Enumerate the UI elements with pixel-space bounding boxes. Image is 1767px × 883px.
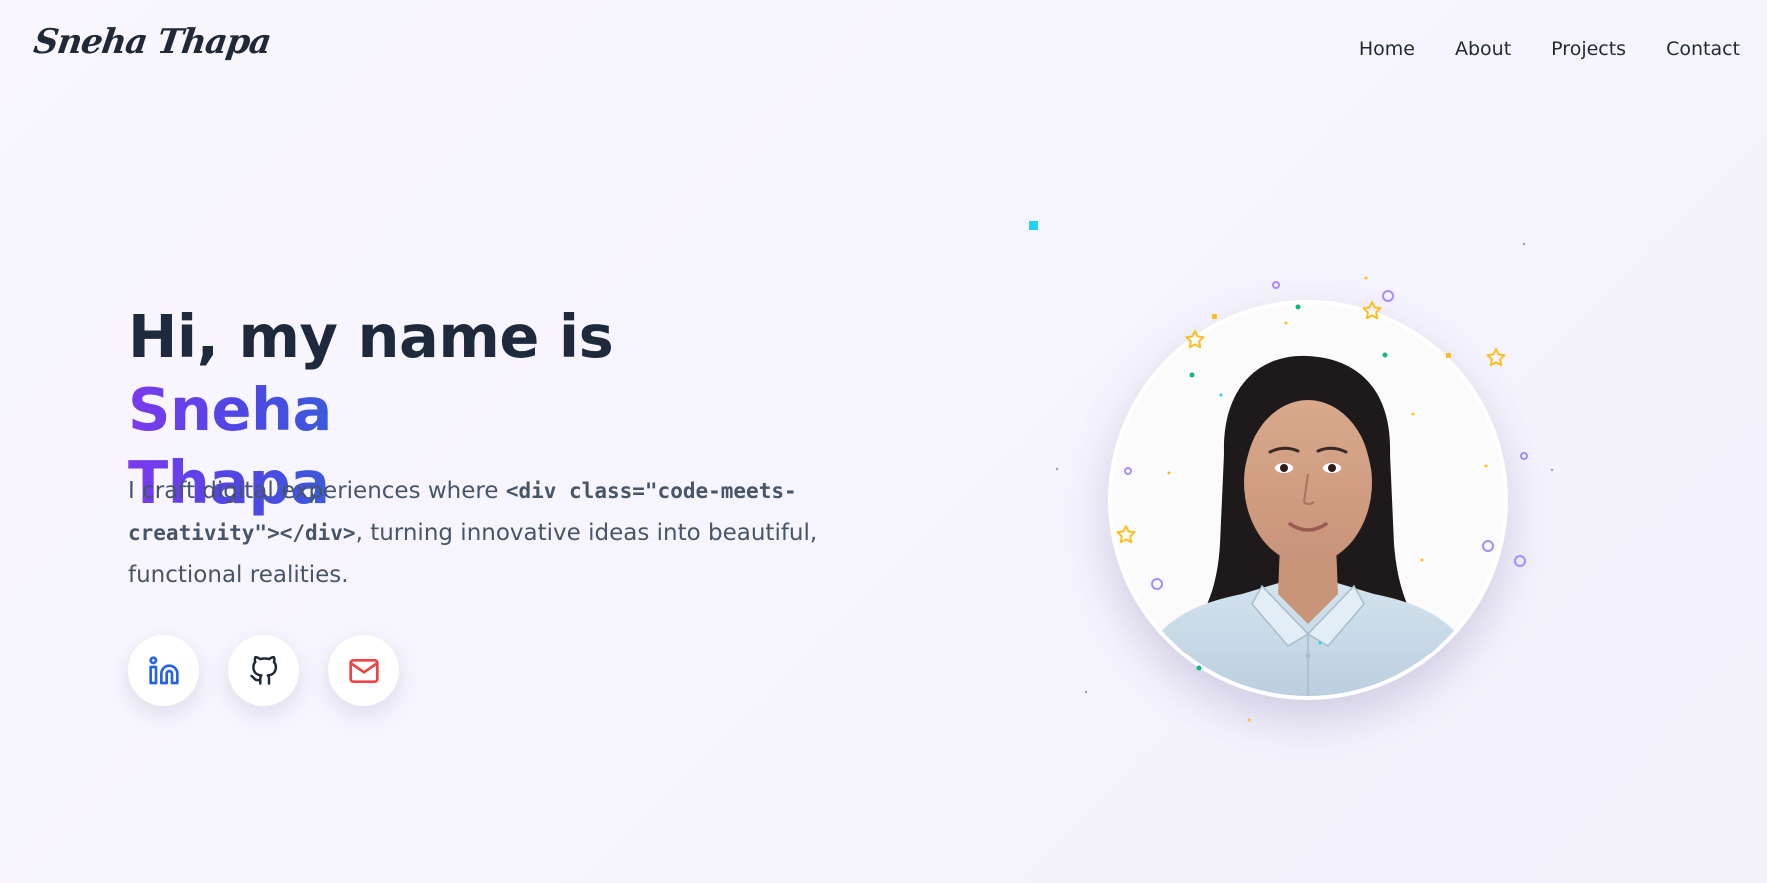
- ring-dot: [1272, 281, 1280, 289]
- github-icon: [249, 655, 277, 685]
- confetti-dot: [1364, 276, 1368, 280]
- confetti-square: [1212, 314, 1217, 319]
- profile-portrait-illustration: [1112, 304, 1504, 696]
- hero-description: I craft digital experiences where <div c…: [128, 470, 818, 596]
- confetti-dot: [1522, 242, 1526, 246]
- confetti-dot: [1550, 468, 1554, 472]
- social-links: [128, 635, 428, 706]
- flower-icon: [1382, 290, 1394, 302]
- linkedin-icon: [148, 655, 179, 684]
- linkedin-button[interactable]: [128, 635, 199, 706]
- profile-photo-frame: [1108, 300, 1508, 700]
- nav-about[interactable]: About: [1455, 38, 1511, 60]
- flower-icon: [1514, 555, 1526, 567]
- confetti-dot: [1084, 690, 1088, 694]
- profile-photo: [1112, 304, 1504, 696]
- nav-contact[interactable]: Contact: [1666, 38, 1740, 60]
- ring-dot: [1520, 452, 1528, 460]
- email-button[interactable]: [328, 635, 399, 706]
- confetti-dot: [1247, 718, 1251, 722]
- hero-name-first: Sneha: [128, 375, 332, 444]
- main-nav: Home About Projects Contact: [1319, 38, 1740, 60]
- mail-icon: [348, 658, 379, 683]
- nav-home[interactable]: Home: [1359, 38, 1415, 60]
- github-button[interactable]: [228, 635, 299, 706]
- hero-title-prefix: Hi, my name is: [128, 302, 614, 371]
- star-icon: [1486, 348, 1506, 367]
- hero-description-lead: I craft digital experiences where: [128, 478, 506, 504]
- site-logo[interactable]: Sneha Thapa: [31, 22, 273, 62]
- nav-projects[interactable]: Projects: [1551, 38, 1626, 60]
- confetti-dot: [1055, 467, 1059, 471]
- confetti-square: [1029, 221, 1038, 230]
